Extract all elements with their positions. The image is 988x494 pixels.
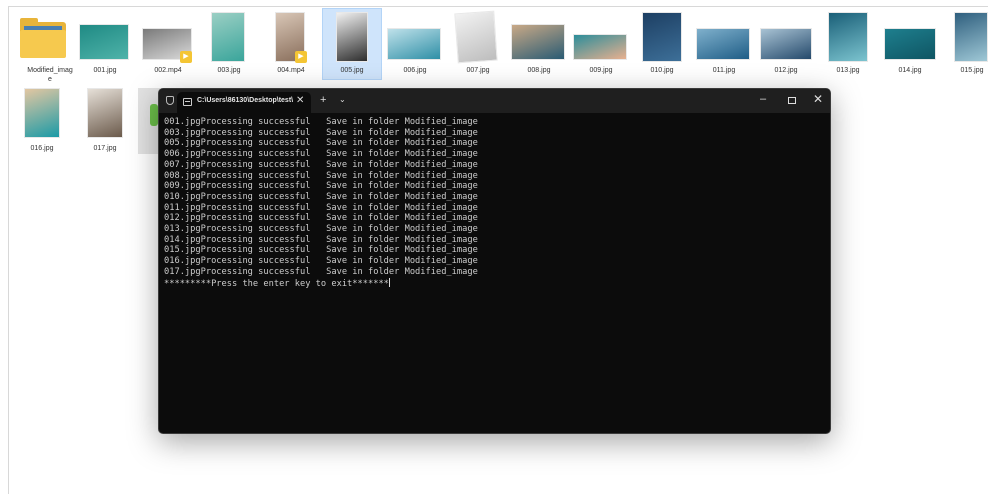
terminal-output-line: 003.jpgProcessing successful Save in fol… [164,127,478,138]
terminal-output-line: 006.jpgProcessing successful Save in fol… [164,149,478,160]
file-008-jpg[interactable]: 008.jpg [507,12,571,82]
image-thumbnail [79,24,129,60]
terminal-prompt-line: *********Press the enter key to exit****… [164,277,478,290]
folder-icon [20,18,66,58]
minimize-button[interactable]: – [760,93,766,105]
new-tab-button[interactable]: + [320,94,326,106]
tab-title: C:\Users\86130\Desktop\test\ [197,97,294,104]
file-013-jpg[interactable]: 013.jpg [816,12,880,82]
file-014-jpg[interactable]: 014.jpg [878,12,942,82]
terminal-output-line: 013.jpgProcessing successful Save in fol… [164,224,478,235]
image-thumbnail [87,88,123,138]
terminal-output-line: 010.jpgProcessing successful Save in fol… [164,191,478,202]
terminal-output-line: 014.jpgProcessing successful Save in fol… [164,234,478,245]
text-cursor [388,277,390,287]
image-thumbnail [387,28,441,60]
image-thumbnail [336,12,368,62]
image-thumbnail [954,12,988,62]
terminal-prompt-text: *********Press the enter key to exit****… [164,278,389,289]
terminal-output-line: 012.jpgProcessing successful Save in fol… [164,213,478,224]
terminal-window[interactable]: C:\Users\86130\Desktop\test\ ✕ + ⌄ – ✕ 0… [158,88,831,434]
terminal-output-line: 007.jpgProcessing successful Save in fol… [164,159,478,170]
terminal-icon [183,98,192,106]
partially-hidden-file-icon [150,104,158,126]
tab-close-icon[interactable]: ✕ [296,95,304,106]
image-thumbnail [642,12,682,62]
video-badge-icon: ▶ [180,51,192,63]
close-button[interactable]: ✕ [813,92,823,106]
file-010-jpg[interactable]: 010.jpg [630,12,694,82]
image-thumbnail [760,28,812,60]
terminal-output-line: 001.jpgProcessing successful Save in fol… [164,117,478,127]
image-thumbnail [454,10,498,64]
image-thumbnail [511,24,565,60]
file-label: 015.jpg [960,67,984,74]
terminal-output-line: 009.jpgProcessing successful Save in fol… [164,181,478,192]
image-thumbnail [211,12,245,62]
terminal-output-line: 015.jpgProcessing successful Save in fol… [164,245,478,256]
terminal-output-line: 011.jpgProcessing successful Save in fol… [164,202,478,213]
terminal-output-line: 008.jpgProcessing successful Save in fol… [164,170,478,181]
terminal-tab[interactable]: C:\Users\86130\Desktop\test\ ✕ [177,92,311,113]
terminal-output-line: 017.jpgProcessing successful Save in fol… [164,266,478,277]
file-016-jpg[interactable]: 016.jpg [10,88,74,158]
file-017-jpg[interactable]: 017.jpg [73,88,137,158]
terminal-output[interactable]: 001.jpgProcessing successful Save in fol… [164,117,478,289]
image-thumbnail [828,12,868,62]
file-label: 017.jpg [93,145,117,152]
shield-icon [166,96,174,105]
image-thumbnail [884,28,936,60]
image-thumbnail [24,88,60,138]
file-006-jpg[interactable]: 006.jpg [383,12,447,82]
maximize-button[interactable] [788,97,796,104]
chevron-down-icon[interactable]: ⌄ [339,95,346,104]
file-015-jpg[interactable]: 015.jpg [940,12,988,82]
file-012-jpg[interactable]: 012.jpg [754,12,818,82]
terminal-output-line: 016.jpgProcessing successful Save in fol… [164,256,478,267]
image-thumbnail [573,34,627,60]
terminal-titlebar[interactable]: C:\Users\86130\Desktop\test\ ✕ + ⌄ – ✕ [159,89,830,113]
file-001-jpg[interactable]: 001.jpg [73,12,137,82]
video-badge-icon: ▶ [295,51,307,63]
file-003-jpg[interactable]: 003.jpg [197,12,261,82]
terminal-output-line: 005.jpgProcessing successful Save in fol… [164,138,478,149]
file-011-jpg[interactable]: 011.jpg [692,12,756,82]
image-thumbnail [696,28,750,60]
